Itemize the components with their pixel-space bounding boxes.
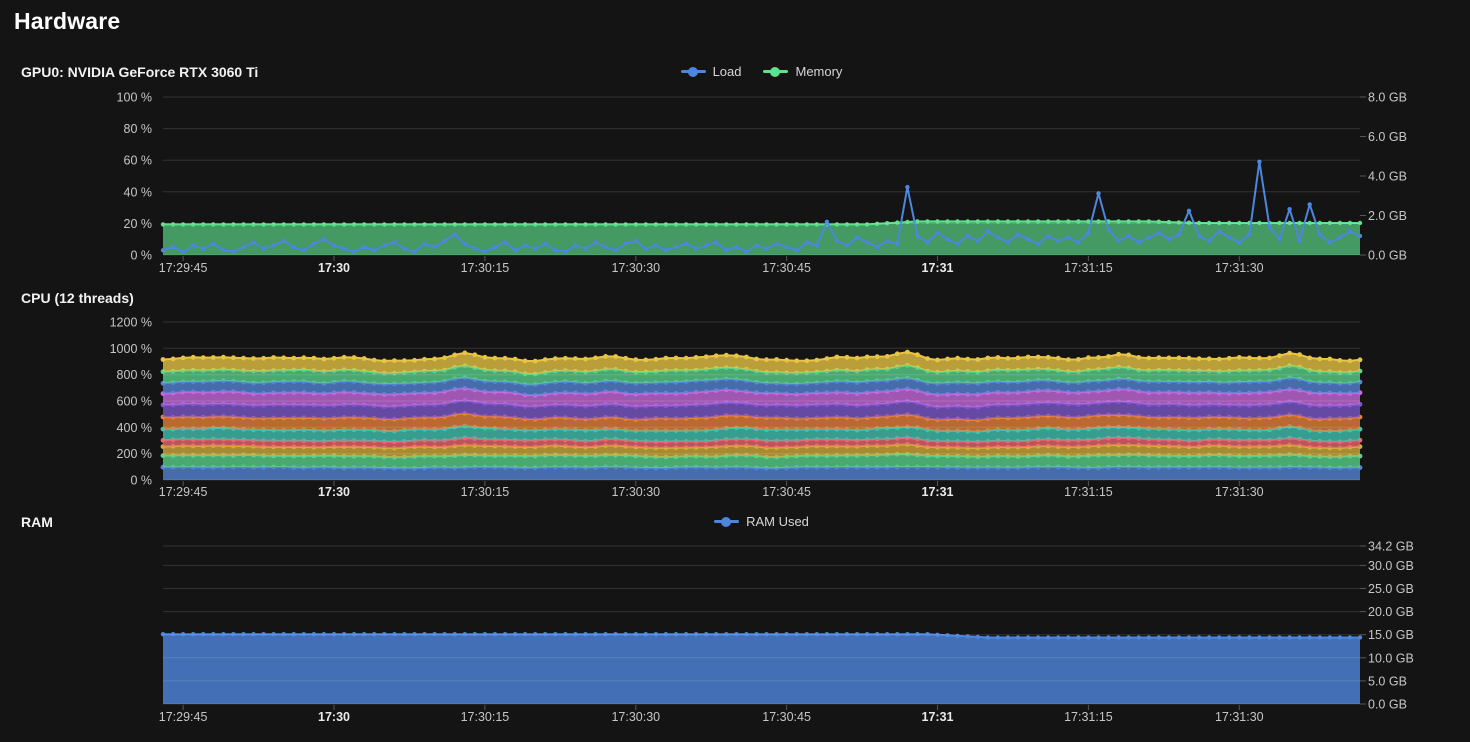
y-axis-tick-label: 6.0 GB <box>1368 130 1407 144</box>
y-axis-tick-label: 0.0 GB <box>1368 698 1407 712</box>
gpu-section-header: GPU0: NVIDIA GeForce RTX 3060 Ti LoadMem… <box>0 64 1470 84</box>
y-axis-tick-label: 30.0 GB <box>1368 559 1414 573</box>
x-axis-tick-label: 17:31:15 <box>1064 261 1113 275</box>
x-axis-tick-label: 17:30:45 <box>762 485 811 499</box>
y-axis-tick-label: 1000 % <box>110 342 152 356</box>
y-axis-tick-label: 400 % <box>117 421 152 435</box>
y-axis-tick-label: 20.0 GB <box>1368 605 1414 619</box>
legend-item-memory[interactable]: Memory <box>763 64 842 79</box>
x-axis-tick-label: 17:31 <box>922 710 954 724</box>
x-axis-tick-label: 17:31:30 <box>1215 710 1264 724</box>
series-ram-used <box>161 632 1362 704</box>
x-axis-tick-label: 17:31:30 <box>1215 261 1264 275</box>
y-axis-tick-label: 34.2 GB <box>1368 540 1414 554</box>
y-axis-tick-label: 0 % <box>130 249 152 263</box>
y-axis-tick-label: 4.0 GB <box>1368 170 1407 184</box>
series-layer <box>161 160 1362 255</box>
y-axis-tick-label: 8.0 GB <box>1368 91 1407 105</box>
legend-label: Load <box>713 64 742 79</box>
ram-section-header: RAM RAM Used <box>0 514 1470 534</box>
cpu-section-header: CPU (12 threads) <box>0 290 1470 310</box>
x-axis-tick-label: 17:29:45 <box>159 261 208 275</box>
legend-line-dot-icon <box>763 66 788 78</box>
ram-section-title: RAM <box>21 514 53 530</box>
y-axis-tick-label: 800 % <box>117 368 152 382</box>
series-layer <box>161 350 1363 480</box>
gpu-legend: Load Memory <box>163 64 1360 79</box>
ram-legend: RAM Used <box>163 514 1360 529</box>
x-axis-tick-label: 17:31 <box>922 261 954 275</box>
cpu-section-title: CPU (12 threads) <box>21 290 134 306</box>
x-axis-tick-label: 17:31:30 <box>1215 485 1264 499</box>
x-axis-tick-label: 17:30:45 <box>762 261 811 275</box>
page-title: Hardware <box>14 8 120 35</box>
legend-label: Memory <box>795 64 842 79</box>
series-memory <box>161 219 1362 255</box>
series-layer <box>161 632 1362 704</box>
y-axis-tick-label: 10.0 GB <box>1368 651 1414 665</box>
legend-item-ram-used[interactable]: RAM Used <box>714 514 809 529</box>
y-axis-tick-label: 200 % <box>117 447 152 461</box>
x-axis-tick-label: 17:30:30 <box>611 261 660 275</box>
x-axis-tick-label: 17:30:15 <box>461 485 510 499</box>
y-axis-tick-label: 2.0 GB <box>1368 209 1407 223</box>
y-axis-tick-label: 20 % <box>124 217 153 231</box>
legend-line-dot-icon <box>681 66 706 78</box>
y-axis-tick-label: 25.0 GB <box>1368 582 1414 596</box>
y-axis-tick-label: 5.0 GB <box>1368 674 1407 688</box>
x-axis-tick-label: 17:30 <box>318 261 350 275</box>
y-axis-tick-label: 40 % <box>124 185 153 199</box>
gpu-chart[interactable]: 100 % 80 % 60 % 40 % 20 % 0 % 8.0 GB 6.0 GB 4.0 … <box>0 88 1470 288</box>
x-axis-tick-label: 17:29:45 <box>159 710 208 724</box>
y-axis-tick-label: 1200 % <box>110 316 152 330</box>
x-axis-tick-label: 17:30:15 <box>461 710 510 724</box>
hardware-page: Hardware GPU0: NVIDIA GeForce RTX 3060 T… <box>0 0 1470 742</box>
ram-chart[interactable]: 34.2 GB 30.0 GB 25.0 GB 20.0 GB 15.0 GB 10.0 … <box>0 534 1470 742</box>
legend-line-dot-icon <box>714 516 739 528</box>
y-axis-tick-label: 15.0 GB <box>1368 628 1414 642</box>
y-axis-tick-label: 80 % <box>124 122 153 136</box>
x-axis-tick-label: 17:30:45 <box>762 710 811 724</box>
x-axis-tick-label: 17:30:15 <box>461 261 510 275</box>
y-axis-tick-label: 100 % <box>117 91 152 105</box>
y-axis-tick-label: 600 % <box>117 395 152 409</box>
x-axis-tick-label: 17:31:15 <box>1064 710 1113 724</box>
cpu-chart[interactable]: 1200 % 1000 % 800 % 600 % 400 % 200 % 0 % 17:29… <box>0 312 1470 512</box>
legend-item-load[interactable]: Load <box>681 64 742 79</box>
y-axis-tick-label: 0 % <box>130 474 152 488</box>
x-axis-tick-label: 17:30:30 <box>611 710 660 724</box>
x-axis-tick-label: 17:29:45 <box>159 485 208 499</box>
x-axis-tick-label: 17:31 <box>922 485 954 499</box>
x-axis-tick-label: 17:30:30 <box>611 485 660 499</box>
y-axis-tick-label: 0.0 GB <box>1368 249 1407 263</box>
x-axis-tick-label: 17:31:15 <box>1064 485 1113 499</box>
legend-label: RAM Used <box>746 514 809 529</box>
y-axis-tick-label: 60 % <box>124 154 153 168</box>
x-axis-tick-label: 17:30 <box>318 485 350 499</box>
x-axis-tick-label: 17:30 <box>318 710 350 724</box>
